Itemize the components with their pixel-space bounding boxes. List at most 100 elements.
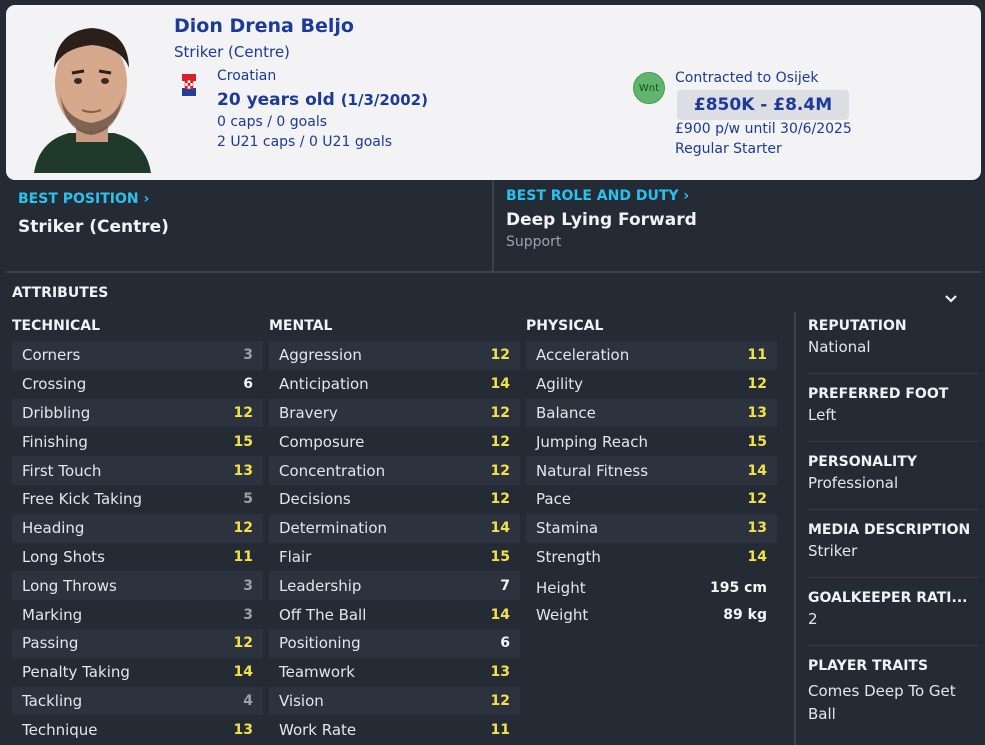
attribute-row[interactable]: Marking 3 <box>12 600 263 629</box>
attribute-row[interactable]: Aggression 12 <box>269 341 520 370</box>
attribute-name: Teamwork <box>279 663 355 682</box>
best-position-link[interactable]: BEST POSITION › <box>18 191 149 207</box>
attribute-name: Leadership <box>279 576 362 595</box>
attribute-name: Long Throws <box>22 576 117 595</box>
attribute-row[interactable]: Decisions 12 <box>269 485 520 514</box>
attribute-row[interactable]: Agility 12 <box>526 370 777 399</box>
divider <box>6 271 981 273</box>
attribute-value: 12 <box>490 692 510 709</box>
attribute-value: 12 <box>490 347 510 364</box>
attribute-value: 12 <box>747 491 767 508</box>
attribute-row[interactable]: Bravery 12 <box>269 398 520 428</box>
attribute-row[interactable]: Strength 14 <box>526 543 777 572</box>
attribute-value: 11 <box>490 721 510 738</box>
attribute-row[interactable]: Off The Ball 14 <box>269 600 520 629</box>
physical-heading: PHYSICAL <box>526 318 604 334</box>
attribute-row[interactable]: Penalty Taking 14 <box>12 658 263 687</box>
attribute-row[interactable]: Positioning 6 <box>269 628 520 658</box>
weight-row: Weight 89 kg <box>526 602 777 628</box>
divider <box>808 645 978 646</box>
attribute-row[interactable]: Long Throws 3 <box>12 571 263 601</box>
divider <box>808 509 978 510</box>
attribute-name: Positioning <box>279 634 361 653</box>
player-age-text: 20 years old <box>217 90 335 110</box>
attribute-name: Tackling <box>22 691 83 710</box>
divider <box>808 441 978 442</box>
attribute-value: 12 <box>233 520 253 537</box>
chevron-right-icon: › <box>683 188 690 204</box>
attribute-name: Stamina <box>536 519 599 538</box>
attribute-row[interactable]: Stamina 13 <box>526 513 777 543</box>
weight-label: Weight <box>536 606 589 624</box>
attribute-value: 15 <box>233 433 253 450</box>
best-role-value: Deep Lying Forward <box>506 210 697 230</box>
attribute-value: 15 <box>747 433 767 450</box>
contract-wage: £900 p/w until 30/6/2025 <box>675 121 852 137</box>
attribute-row[interactable]: Work Rate 11 <box>269 715 520 744</box>
attribute-value: 12 <box>490 404 510 421</box>
sidebar-divider <box>794 312 796 745</box>
attribute-row[interactable]: Determination 14 <box>269 513 520 543</box>
attribute-row[interactable]: Crossing 6 <box>12 370 263 399</box>
attribute-row[interactable]: Anticipation 14 <box>269 370 520 399</box>
player-name[interactable]: Dion Drena Beljo <box>174 15 354 37</box>
attribute-name: Decisions <box>279 490 351 509</box>
attribute-row[interactable]: First Touch 13 <box>12 456 263 485</box>
player-header-card: Dion Drena Beljo Striker (Centre) Croati… <box>6 5 981 180</box>
attribute-row[interactable]: Jumping Reach 15 <box>526 427 777 456</box>
attribute-value: 12 <box>233 404 253 421</box>
attribute-row[interactable]: Dribbling 12 <box>12 398 263 428</box>
preferred-foot-value: Left <box>808 406 837 424</box>
attribute-row[interactable]: Corners 3 <box>12 341 263 370</box>
chevron-down-icon[interactable] <box>942 291 960 305</box>
attribute-row[interactable]: Finishing 15 <box>12 427 263 456</box>
attribute-value: 7 <box>500 577 510 594</box>
attribute-row[interactable]: Vision 12 <box>269 686 520 716</box>
reputation-value: National <box>808 338 871 356</box>
attribute-value: 4 <box>243 692 253 709</box>
attribute-row[interactable]: Teamwork 13 <box>269 658 520 687</box>
attribute-row[interactable]: Tackling 4 <box>12 686 263 716</box>
attribute-row[interactable]: Heading 12 <box>12 513 263 543</box>
attribute-value: 15 <box>490 548 510 565</box>
attribute-value: 3 <box>243 606 253 623</box>
croatia-flag-icon <box>182 74 196 96</box>
media-description-value: Striker <box>808 542 858 560</box>
personality-value: Professional <box>808 474 899 492</box>
attribute-name: Off The Ball <box>279 605 367 624</box>
attribute-row[interactable]: Natural Fitness 14 <box>526 456 777 485</box>
attribute-row[interactable]: Long Shots 11 <box>12 543 263 572</box>
attribute-value: 14 <box>233 664 253 681</box>
attribute-value: 13 <box>747 520 767 537</box>
attribute-name: Vision <box>279 691 324 710</box>
attribute-row[interactable]: Free Kick Taking 5 <box>12 485 263 514</box>
attribute-row[interactable]: Leadership 7 <box>269 571 520 601</box>
attribute-row[interactable]: Concentration 12 <box>269 456 520 485</box>
attribute-row[interactable]: Technique 13 <box>12 715 263 744</box>
attribute-row[interactable]: Acceleration 11 <box>526 341 777 370</box>
attribute-row[interactable]: Pace 12 <box>526 485 777 514</box>
attribute-value: 13 <box>233 462 253 479</box>
attribute-value: 14 <box>747 548 767 565</box>
attribute-value: 11 <box>747 347 767 364</box>
player-nationality[interactable]: Croatian <box>217 68 276 84</box>
attribute-name: Finishing <box>22 432 88 451</box>
player-traits-value[interactable]: Comes Deep To Get Ball <box>808 680 968 726</box>
wanted-badge[interactable]: Wnt <box>633 72 665 104</box>
attribute-name: Composure <box>279 432 365 451</box>
attribute-name: Jumping Reach <box>536 432 648 451</box>
personality-title: PERSONALITY <box>808 454 917 470</box>
attribute-name: Strength <box>536 547 601 566</box>
attribute-name: Agility <box>536 375 584 394</box>
best-role-link[interactable]: BEST ROLE AND DUTY › <box>506 188 689 204</box>
attribute-row[interactable]: Passing 12 <box>12 628 263 658</box>
contract-club[interactable]: Contracted to Osijek <box>675 70 819 86</box>
attribute-row[interactable]: Composure 12 <box>269 427 520 456</box>
attribute-row[interactable]: Flair 15 <box>269 543 520 572</box>
attribute-value: 12 <box>490 491 510 508</box>
weight-value: 89 kg <box>723 607 767 623</box>
player-traits-block: PLAYER TRAITS Comes Deep To Get Ball <box>808 658 978 726</box>
reputation-block: REPUTATION National <box>808 318 978 359</box>
attribute-row[interactable]: Balance 13 <box>526 398 777 428</box>
height-label: Height <box>536 579 586 597</box>
